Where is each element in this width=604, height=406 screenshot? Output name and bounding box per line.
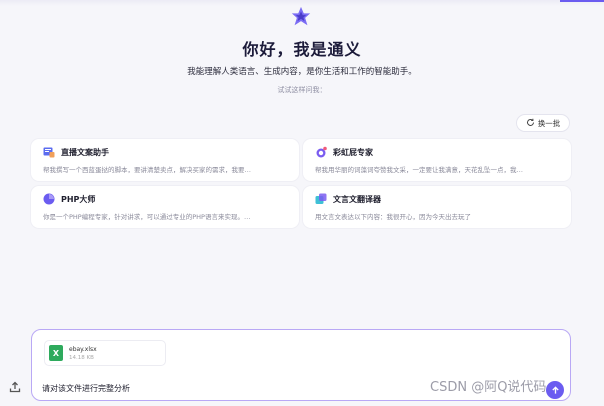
suggestion-card-rainbow[interactable]: 彩虹屁专家 帮我用华丽的词藻词夸赞我文采，一定要让我满意，天花乱坠一点，我… <box>303 139 571 181</box>
card-title: PHP大师 <box>61 194 96 204</box>
card-description: 帮我用华丽的词藻词夸赞我文采，一定要让我满意，天花乱坠一点，我… <box>315 166 523 174</box>
watermark-text: CSDN @阿Q说代码 <box>430 380 547 395</box>
try-asking-label: 试试这样问我： <box>277 86 327 94</box>
translate-icon <box>315 193 327 204</box>
page-title: 你好，我是通义 <box>242 40 362 59</box>
rainbow-icon <box>316 146 327 158</box>
send-arrow-icon <box>551 385 559 394</box>
live-script-icon <box>43 147 55 158</box>
page-subtitle: 我能理解人类语言、生成内容，是你生活和工作的智能助手。 <box>187 67 417 77</box>
refresh-icon <box>526 118 535 129</box>
upload-icon[interactable] <box>8 380 22 394</box>
suggestion-card-php[interactable]: PHP大师 你是一个PHP编程专家，针对讲求，可以通过专业的PHP语言来实现。… <box>31 186 299 228</box>
tongyi-logo-icon <box>290 6 312 28</box>
card-title: 直播文案助手 <box>61 147 109 157</box>
refresh-label: 换一批 <box>537 118 561 128</box>
chat-input-text[interactable]: 请对该文件进行完整分析 <box>42 383 130 394</box>
file-name: ebay.xlsx <box>69 345 97 353</box>
refresh-suggestions-button[interactable]: 换一批 <box>516 114 570 132</box>
suggestion-card-translate[interactable]: 文言文翻译器 用文言文表达以下内容：我很开心，因为今天出去玩了 <box>303 186 571 228</box>
card-description: 帮我撰写一个西蓝蛋挞的脚本，要讲清楚卖点，解决买家的需求，我要… <box>43 166 251 174</box>
card-title: 文言文翻译器 <box>333 194 381 204</box>
file-size: 14.18 KB <box>69 354 94 361</box>
send-button[interactable] <box>546 381 564 399</box>
card-title: 彩虹屁专家 <box>333 147 373 157</box>
attached-file-chip[interactable]: X ebay.xlsx 14.18 KB <box>44 340 166 366</box>
top-accent-bar <box>560 0 604 2</box>
excel-file-icon: X <box>49 345 63 361</box>
card-description: 你是一个PHP编程专家，针对讲求，可以通过专业的PHP语言来实现。… <box>43 213 251 221</box>
php-icon <box>43 193 55 205</box>
suggestion-card-live-script[interactable]: 直播文案助手 帮我撰写一个西蓝蛋挞的脚本，要讲清楚卖点，解决买家的需求，我要… <box>31 139 299 181</box>
card-description: 用文言文表达以下内容：我很开心，因为今天出去玩了 <box>315 213 471 221</box>
